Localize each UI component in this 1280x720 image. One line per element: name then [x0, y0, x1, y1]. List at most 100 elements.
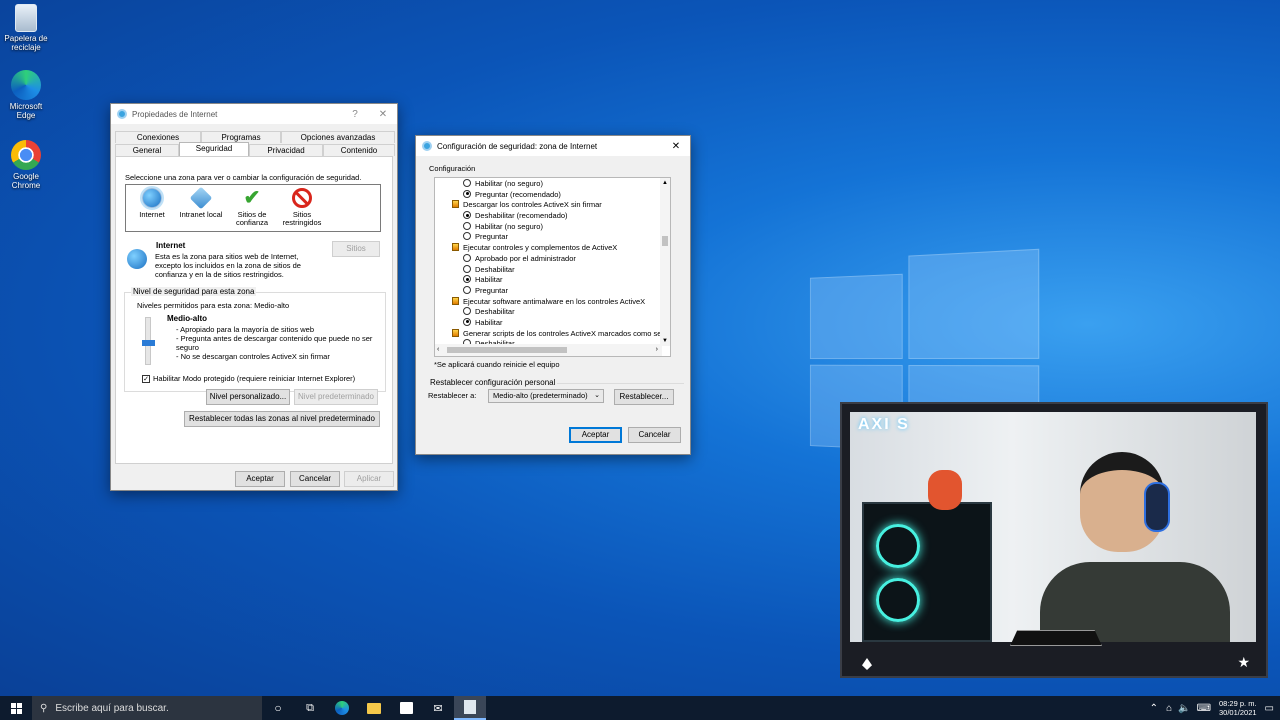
globe-icon [140, 186, 164, 210]
notifications-icon[interactable]: ▭ [1265, 703, 1274, 714]
scroll-right-icon[interactable]: › [656, 346, 658, 353]
setting-option[interactable]: Habilitar (no seguro) [435, 179, 661, 190]
reset-to-label: Restablecer a: [428, 391, 477, 400]
radio-button[interactable] [463, 264, 471, 273]
setting-group-header[interactable]: Generar scripts de los controles ActiveX… [435, 328, 670, 340]
radio-button[interactable] [463, 285, 471, 294]
scroll-left-icon[interactable]: ‹ [437, 346, 439, 353]
setting-option[interactable]: Habilitar (no seguro) [435, 221, 661, 233]
radio-button[interactable] [463, 221, 471, 230]
tab-seguridad[interactable]: Seguridad [179, 142, 249, 156]
level-name: Medio-alto [167, 314, 207, 323]
setting-option[interactable]: Habilitar [435, 317, 661, 329]
system-tray: ⌃ ⌂ 🔈 ⌨ 08:29 p. m. 30/01/2021 ▭ [1150, 699, 1280, 717]
setting-option[interactable]: Habilitar [435, 275, 661, 286]
mail-icon[interactable]: ✉ [422, 696, 454, 720]
setting-option[interactable]: Deshabilitar [435, 264, 661, 276]
scroll-thumb[interactable] [662, 236, 668, 246]
setting-option[interactable]: Preguntar (recomendado) [435, 189, 661, 201]
setting-label: Preguntar [475, 232, 508, 242]
radio-button[interactable] [463, 253, 471, 262]
store-icon[interactable] [390, 696, 422, 720]
ok-button[interactable]: Aceptar [569, 427, 622, 443]
close-button[interactable]: ✕ [662, 141, 690, 152]
sites-button[interactable]: Sitios [332, 241, 380, 257]
cancel-button[interactable]: Cancelar [290, 471, 340, 487]
radio-button[interactable] [463, 232, 471, 241]
radio-button[interactable] [463, 189, 471, 198]
setting-label: Habilitar (no seguro) [475, 221, 543, 231]
setting-option[interactable]: Deshabilitar (recomendado) [435, 211, 661, 222]
reset-group: Restablecer configuración personal Resta… [428, 378, 684, 413]
search-box[interactable]: ⚲ Escribe aquí para buscar. [32, 696, 262, 720]
tab-contenido[interactable]: Contenido [323, 144, 395, 156]
brand-logo: AXI S [858, 416, 910, 433]
setting-option[interactable]: Preguntar [435, 232, 661, 243]
tabs-row-1: Conexiones Programas Opciones avanzadas [115, 131, 395, 143]
desktop-icon-label: Google Chrome [11, 172, 41, 190]
protected-mode-checkbox[interactable]: ✓ [142, 374, 150, 383]
tab-privacidad[interactable]: Privacidad [249, 144, 323, 156]
reset-button[interactable]: Restablecer... [614, 389, 674, 405]
default-level-button[interactable]: Nivel predeterminado [294, 389, 378, 405]
radio-button[interactable] [463, 179, 471, 187]
internet-properties-dialog: Propiedades de Internet ? ✕ Conexiones P… [110, 103, 398, 491]
desktop-icon-edge[interactable]: Microsoft Edge [4, 70, 48, 120]
help-button[interactable]: ? [341, 109, 369, 120]
horizontal-scrollbar[interactable]: ‹ › [435, 344, 662, 356]
config-label: Configuración [429, 164, 476, 173]
security-slider[interactable] [142, 317, 155, 365]
radio-button[interactable] [463, 317, 471, 326]
file-explorer-icon[interactable] [358, 696, 390, 720]
setting-group-header[interactable]: Descargar los controles ActiveX sin firm… [435, 200, 661, 211]
webcam-overlay: AXI S ★ [840, 402, 1268, 678]
custom-level-button[interactable]: Nivel personalizado... [206, 389, 290, 405]
radio-button[interactable] [463, 211, 471, 220]
volume-icon[interactable]: 🔈 [1178, 703, 1190, 714]
titlebar: Propiedades de Internet ? ✕ [111, 104, 397, 124]
hscroll-thumb[interactable] [447, 347, 567, 353]
ok-button[interactable]: Aceptar [235, 471, 285, 487]
protected-mode-row[interactable]: ✓ Habilitar Modo protegido (requiere rei… [142, 374, 355, 383]
start-button[interactable] [0, 696, 32, 720]
keyboard-icon[interactable]: ⌨ [1197, 703, 1211, 714]
zone-internet[interactable]: Internet [129, 186, 175, 219]
zone-trusted[interactable]: ✔ Sitios de confianza [229, 188, 275, 227]
setting-option[interactable]: Aprobado por el administrador [435, 253, 661, 265]
zone-label: Intranet local [179, 210, 223, 219]
vertical-scrollbar[interactable]: ▲ ▼ [660, 178, 670, 346]
task-view-icon[interactable]: ⧉ [294, 696, 326, 720]
tab-general[interactable]: General [115, 144, 179, 156]
cortana-icon[interactable]: ○ [262, 696, 294, 720]
search-icon: ⚲ [40, 702, 48, 714]
close-button[interactable]: ✕ [369, 109, 397, 120]
chevron-up-icon[interactable]: ⌃ [1150, 703, 1158, 714]
desktop-icon-recycle-bin[interactable]: Papelera de reciclaje [4, 4, 48, 52]
zone-restricted[interactable]: Sitios restringidos [279, 188, 325, 227]
setting-option[interactable]: Deshabilitar [435, 307, 661, 318]
allowed-levels-text: Niveles permitidos para esta zona: Medio… [137, 301, 290, 310]
radio-button[interactable] [463, 275, 471, 284]
ie-icon [422, 141, 432, 151]
clock[interactable]: 08:29 p. m. 30/01/2021 [1219, 699, 1257, 717]
network-tray-icon[interactable]: ⌂ [1166, 703, 1172, 714]
settings-tree[interactable]: Habilitar (no seguro) Preguntar (recomend… [434, 177, 671, 357]
zone-intranet[interactable]: Intranet local [178, 186, 224, 219]
setting-option[interactable]: Preguntar [435, 285, 661, 297]
select-zone-text: Seleccione una zona para ver o cambiar l… [125, 173, 362, 182]
desktop-icon-label: Papelera de reciclaje [4, 34, 48, 52]
scroll-up-icon[interactable]: ▲ [660, 178, 670, 188]
slider-thumb[interactable] [142, 340, 155, 346]
tab-opciones-avanzadas[interactable]: Opciones avanzadas [281, 131, 395, 143]
cancel-button[interactable]: Cancelar [628, 427, 681, 443]
setting-icon [452, 296, 459, 305]
setting-group-header[interactable]: Ejecutar software antimalware en los con… [435, 296, 661, 308]
internet-options-taskbar-icon[interactable] [454, 696, 486, 720]
apply-button[interactable]: Aplicar [344, 471, 394, 487]
edge-taskbar-icon[interactable] [326, 696, 358, 720]
reset-to-select[interactable]: Medio-alto (predeterminado) ⌄ [488, 389, 604, 403]
desktop-icon-chrome[interactable]: Google Chrome [4, 140, 48, 190]
reset-all-zones-button[interactable]: Restablecer todas las zonas al nivel pre… [184, 411, 380, 427]
radio-button[interactable] [463, 307, 471, 316]
setting-group-header[interactable]: Ejecutar controles y complementos de Act… [435, 243, 661, 254]
